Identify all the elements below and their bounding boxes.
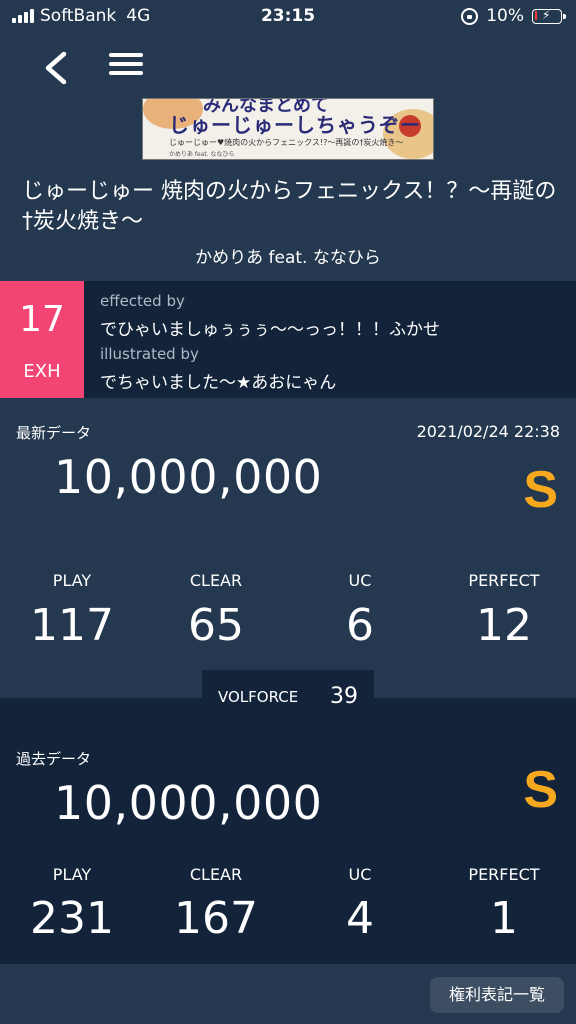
past-data-section: 過去データ 10,000,000 S PLAY CLEAR UC PERFECT…	[0, 698, 576, 964]
past-stat-value-play: 231	[30, 893, 114, 944]
latest-stat-value-clear: 65	[188, 600, 244, 651]
rights-notice-button[interactable]: 権利表記一覧	[430, 977, 564, 1013]
menu-button[interactable]	[106, 48, 146, 88]
latest-play-date: 2021/02/24 22:38	[416, 422, 560, 441]
illustrated-label: illustrated by	[100, 345, 199, 363]
latest-stat-value-perfect: 12	[476, 600, 532, 651]
battery-percent: 10%	[486, 6, 524, 26]
past-stat-label-perfect: PERFECT	[468, 865, 540, 884]
past-stat-value-clear: 167	[174, 893, 258, 944]
latest-stat-label-perfect: PERFECT	[468, 571, 540, 590]
past-stat-label-clear: CLEAR	[189, 865, 243, 884]
status-bar: SoftBank 4G 23:15 10% ⚡	[0, 0, 576, 34]
back-button[interactable]	[36, 46, 80, 90]
past-stat-label-play: PLAY	[52, 865, 92, 884]
nav-bar	[0, 44, 576, 94]
hamburger-menu-icon	[109, 53, 143, 57]
volforce-value: 39	[330, 684, 358, 709]
past-data-label: 過去データ	[16, 750, 92, 768]
past-stat-value-uc: 4	[346, 893, 374, 944]
status-right: 10% ⚡	[461, 6, 566, 26]
chart-credit-panel: 17 EXH effected by でひゃいましゅぅぅぅ〜〜っっ！！！ふかせ …	[0, 281, 576, 398]
latest-grade: S	[523, 461, 558, 519]
effected-label: effected by	[100, 292, 185, 310]
banner-main-text: じゅーじゅーしちゃうぞー	[169, 113, 421, 137]
banner-sub-text-2: かめりあ feat. ななひら	[169, 151, 235, 158]
rotation-lock-icon	[461, 7, 479, 25]
latest-stat-value-play: 117	[30, 600, 114, 651]
past-score: 10,000,000	[54, 776, 323, 830]
illustrated-by-value: でちゃいました〜★あおにゃん	[100, 373, 337, 393]
song-artist: かめりあ feat. ななひら	[195, 248, 381, 268]
latest-stat-label-uc: UC	[348, 571, 372, 590]
chevron-left-icon	[45, 51, 67, 85]
difficulty-label: EXH	[23, 361, 61, 382]
latest-stat-label-play: PLAY	[52, 571, 92, 590]
volforce-badge: VOLFORCE 39	[202, 670, 374, 725]
past-grade: S	[523, 761, 558, 819]
battery-fill	[534, 11, 537, 20]
latest-stat-value-uc: 6	[346, 600, 374, 651]
song-banner-image: みんなまとめて じゅーじゅーしちゃうぞー じゅーじゅー♥焼肉の火からフェニックス…	[142, 98, 434, 160]
battery-icon: ⚡	[532, 7, 566, 24]
latest-stat-label-clear: CLEAR	[189, 571, 243, 590]
past-stat-value-perfect: 1	[490, 893, 518, 944]
level-badge: 17 EXH	[0, 281, 84, 398]
effected-by-value: でひゃいましゅぅぅぅ〜〜っっ！！！ふかせ	[100, 320, 440, 340]
latest-data-label: 最新データ	[16, 424, 92, 442]
banner-sub-text: じゅーじゅー♥焼肉の火からフェニックス!?～再誕の†炭火焼き～	[169, 138, 404, 147]
charging-bolt-icon: ⚡	[542, 7, 551, 22]
latest-score: 10,000,000	[54, 450, 323, 504]
volforce-label: VOLFORCE	[218, 688, 299, 706]
song-title: じゅーじゅー 焼肉の火からフェニックス！？～再誕の†炭火焼き～	[22, 179, 557, 234]
past-stat-label-uc: UC	[348, 865, 372, 884]
level-number: 17	[19, 299, 65, 340]
